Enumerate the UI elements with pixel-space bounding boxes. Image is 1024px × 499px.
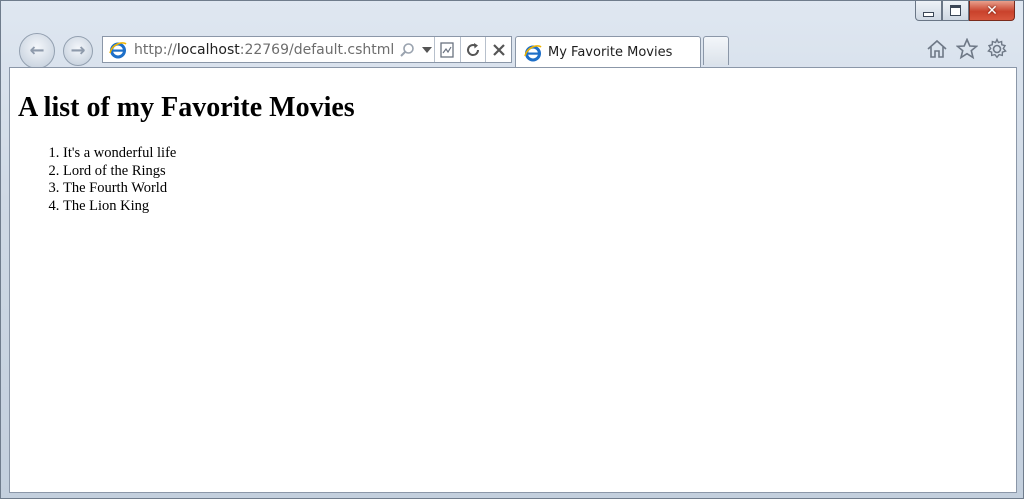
forward-arrow-icon: → — [70, 40, 86, 61]
list-item: It's a wonderful life — [63, 145, 176, 163]
chevron-down-icon[interactable] — [419, 37, 434, 62]
ie-logo-icon — [109, 41, 127, 59]
tab-ie-logo-icon — [524, 44, 542, 62]
search-icon[interactable] — [394, 37, 419, 62]
page-content: A list of my Favorite Movies It's a wond… — [9, 67, 1017, 493]
url-scheme: http:// — [134, 41, 177, 58]
address-bar[interactable]: http://localhost:22769/default.cshtml — [102, 36, 512, 63]
page-title: A list of my Favorite Movies — [18, 92, 355, 123]
url-host: localhost — [176, 41, 240, 58]
movie-list: It's a wonderful life Lord of the Rings … — [18, 145, 176, 215]
stop-icon[interactable] — [485, 37, 511, 62]
command-icons — [925, 37, 1009, 61]
browser-window: ✕ ← → http://localhost:22769/default.csh… — [0, 0, 1024, 499]
list-item: Lord of the Rings — [63, 163, 176, 181]
close-icon: ✕ — [986, 2, 998, 19]
close-window-button[interactable]: ✕ — [969, 1, 1015, 21]
minimize-icon — [923, 11, 934, 17]
gear-icon[interactable] — [985, 37, 1009, 61]
maximize-icon — [950, 5, 961, 16]
home-icon[interactable] — [925, 37, 949, 61]
url-path: :22769/default.cshtml — [239, 41, 395, 58]
tab-my-favorite-movies[interactable]: My Favorite Movies — [515, 36, 701, 68]
new-tab-button[interactable] — [703, 36, 729, 65]
tab-title: My Favorite Movies — [548, 45, 673, 60]
list-item: The Fourth World — [63, 180, 176, 198]
forward-button[interactable]: → — [63, 36, 93, 66]
url-text[interactable]: http://localhost:22769/default.cshtml — [134, 42, 394, 58]
minimize-button[interactable] — [915, 1, 942, 21]
caption-buttons: ✕ — [915, 1, 1015, 23]
maximize-button[interactable] — [942, 1, 969, 21]
refresh-icon[interactable] — [459, 37, 486, 62]
list-item: The Lion King — [63, 198, 176, 216]
star-icon[interactable] — [955, 37, 979, 61]
back-button[interactable]: ← — [19, 33, 55, 69]
back-arrow-icon: ← — [29, 40, 45, 61]
compatibility-view-icon[interactable] — [434, 37, 460, 62]
